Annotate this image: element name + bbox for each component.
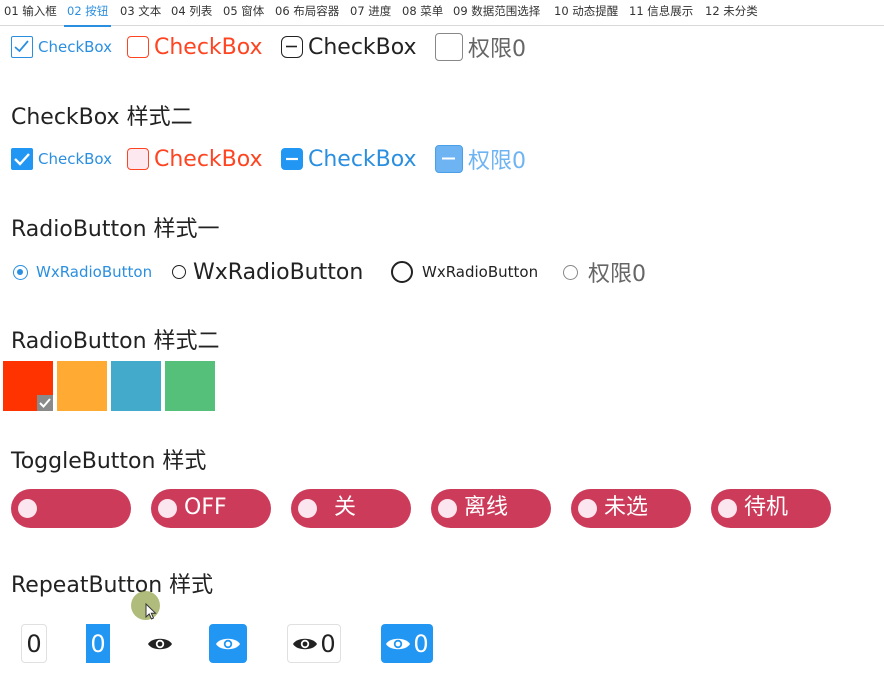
checkbox-indeterminate[interactable]: CheckBox <box>281 34 417 60</box>
section-heading: CheckBox 样式二 <box>11 105 193 130</box>
repeat-count: 0 <box>26 629 42 658</box>
tab-window[interactable]: 05 窗体 <box>223 0 264 25</box>
toggle-button-1[interactable] <box>11 489 131 528</box>
checkbox-label: CheckBox <box>308 34 417 60</box>
toggle-label: 离线 <box>464 495 509 520</box>
radio-label: WxRadioButton <box>36 263 153 281</box>
check-icon <box>37 395 53 411</box>
radio-large-ring[interactable]: WxRadioButton <box>391 259 538 285</box>
radio-empty-icon <box>563 264 578 280</box>
toggle-knob <box>158 499 177 518</box>
checkbox-label: CheckBox <box>38 150 113 168</box>
empty-box-icon <box>127 36 149 58</box>
toggle-knob <box>718 499 737 518</box>
checkbox2-indeterminate[interactable]: CheckBox <box>281 146 417 172</box>
repeat-button-blue[interactable]: 0 <box>86 624 110 663</box>
color-swatch-red[interactable] <box>3 361 53 411</box>
tab-misc[interactable]: 12 未分类 <box>705 0 758 25</box>
repeat-button-eye-count[interactable]: 0 <box>287 624 341 663</box>
toggle-label: 关 <box>334 495 357 520</box>
radio-label: WxRadioButton <box>193 259 364 285</box>
color-swatch-blue[interactable] <box>111 361 161 411</box>
checkbox-label: 权限0 <box>468 37 526 62</box>
checkbox-disabled[interactable]: 权限0 <box>435 33 526 62</box>
empty-box-icon <box>127 148 149 170</box>
radio-blue-selected[interactable]: WxRadioButton <box>13 262 152 282</box>
tab-input[interactable]: 01 输入框 <box>4 0 57 25</box>
color-swatch-orange[interactable] <box>57 361 107 411</box>
minus-box-icon <box>281 36 303 58</box>
section-heading: ToggleButton 样式 <box>11 449 207 474</box>
radio-large-text[interactable]: WxRadioButton <box>172 258 363 286</box>
tab-range[interactable]: 09 数据范围选择 <box>453 0 540 25</box>
section-heading: RadioButton 样式一 <box>11 217 220 242</box>
minus-box-icon <box>435 145 463 173</box>
radio-selected-icon <box>13 264 28 280</box>
checkbox2-red[interactable]: CheckBox <box>127 146 263 172</box>
radio-empty-icon <box>172 265 186 279</box>
toggle-button-unselected[interactable]: 未选 <box>571 489 691 528</box>
tab-text[interactable]: 03 文本 <box>120 0 161 25</box>
radio-label: WxRadioButton <box>422 263 539 281</box>
tab-info[interactable]: 11 信息展示 <box>629 0 693 25</box>
tab-button[interactable]: 02 按钮 <box>64 0 112 27</box>
eye-icon <box>386 638 411 649</box>
repeat-button-plain[interactable]: 0 <box>21 624 47 663</box>
repeat-button-eye-blue[interactable] <box>209 624 247 663</box>
repeat-button-eye[interactable] <box>144 624 176 663</box>
toggle-label: OFF <box>184 495 227 520</box>
eye-icon <box>148 638 172 649</box>
tab-progress[interactable]: 07 进度 <box>350 0 391 25</box>
checkbox2-disabled[interactable]: 权限0 <box>435 145 526 174</box>
checkbox-red[interactable]: CheckBox <box>127 34 263 60</box>
section-heading: RadioButton 样式二 <box>11 329 220 354</box>
empty-box-icon <box>435 33 463 61</box>
checkbox-label: CheckBox <box>38 38 113 56</box>
toggle-knob <box>578 499 597 518</box>
repeat-button-eye-count-blue[interactable]: 0 <box>381 624 433 663</box>
minus-box-icon <box>281 148 303 170</box>
toggle-button-guan[interactable]: 关 <box>291 489 411 528</box>
tab-list[interactable]: 04 列表 <box>171 0 212 25</box>
checkbox-label: CheckBox <box>154 146 263 172</box>
toggle-knob <box>18 499 37 518</box>
repeat-count: 0 <box>90 629 106 658</box>
toggle-button-off[interactable]: OFF <box>151 489 271 528</box>
check-icon <box>11 36 33 58</box>
section-heading: RepeatButton 样式 <box>11 573 214 598</box>
radio-disabled[interactable]: 权限0 <box>563 258 646 287</box>
repeat-count: 0 <box>413 629 429 658</box>
checkbox-blue-checked[interactable]: CheckBox <box>11 35 112 59</box>
color-swatch-green[interactable] <box>165 361 215 411</box>
toggle-label: 待机 <box>744 495 789 520</box>
eye-icon <box>216 638 240 649</box>
checkbox2-blue-checked[interactable]: CheckBox <box>11 147 112 171</box>
toggle-button-standby[interactable]: 待机 <box>711 489 831 528</box>
radio-empty-icon <box>391 261 413 283</box>
toggle-knob <box>298 499 317 518</box>
check-icon <box>11 148 33 170</box>
checkbox-label: 权限0 <box>468 149 526 174</box>
repeat-count: 0 <box>320 629 336 658</box>
toggle-button-offline[interactable]: 离线 <box>431 489 551 528</box>
mouse-pointer-icon <box>145 603 157 620</box>
checkbox-label: CheckBox <box>308 146 417 172</box>
tab-bar: 01 输入框 02 按钮 03 文本 04 列表 05 窗体 06 布局容器 0… <box>0 0 884 27</box>
toggle-label: 未选 <box>604 495 649 520</box>
tab-notify[interactable]: 10 动态提醒 <box>554 0 618 25</box>
tab-layout[interactable]: 06 布局容器 <box>275 0 339 25</box>
tab-menu[interactable]: 08 菜单 <box>402 0 443 25</box>
toggle-knob <box>438 499 457 518</box>
eye-icon <box>293 638 318 649</box>
checkbox-label: CheckBox <box>154 34 263 60</box>
radio-label: 权限0 <box>588 262 646 287</box>
